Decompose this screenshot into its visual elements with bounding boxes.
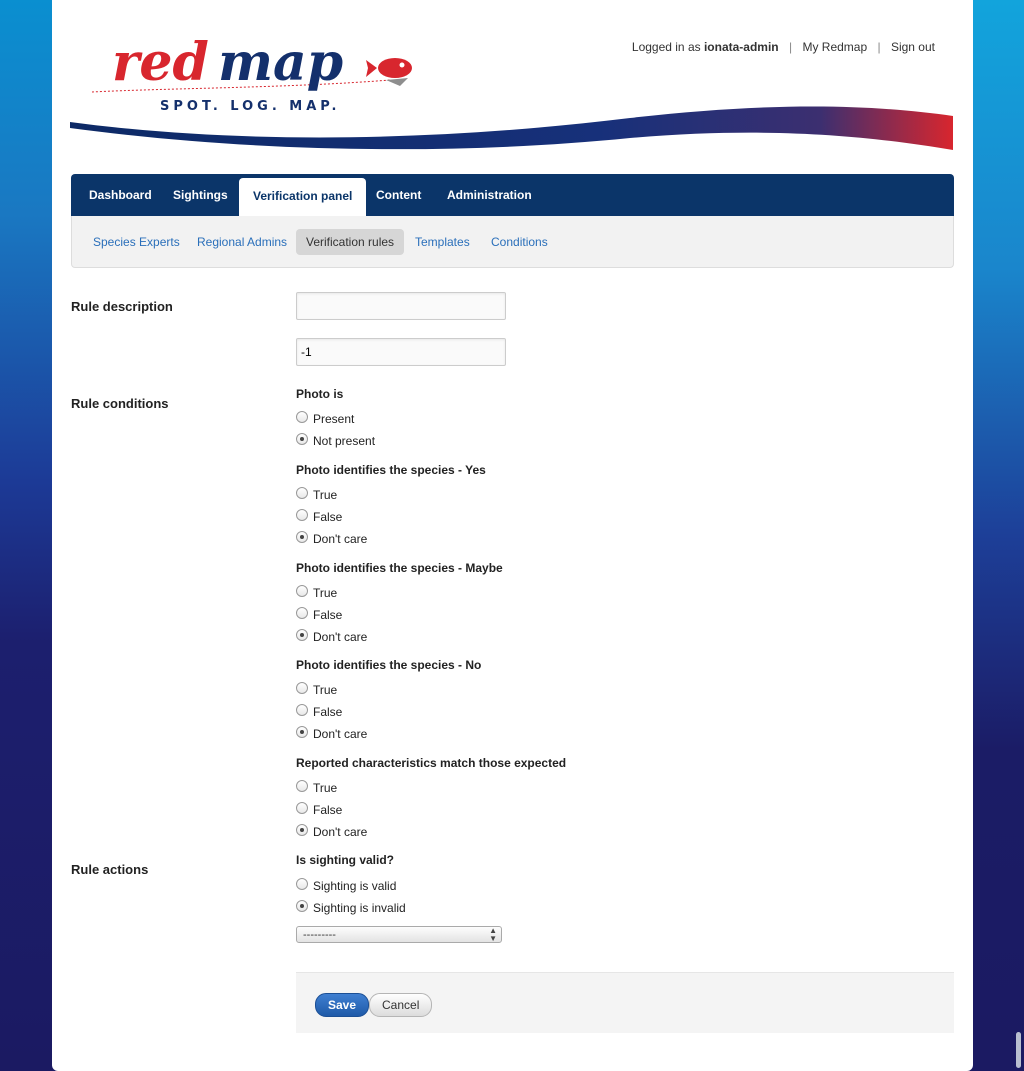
radio-label: False xyxy=(313,705,343,719)
radio-label: False xyxy=(313,608,343,622)
radio-no-false[interactable]: False xyxy=(296,701,342,719)
background-right xyxy=(972,0,1024,1071)
sign-out-link[interactable]: Sign out xyxy=(891,40,935,54)
rule-description-label: Rule description xyxy=(71,299,173,314)
radio-photo-present[interactable]: Present xyxy=(296,408,354,426)
radio-label: Present xyxy=(313,412,355,426)
subnav-verification-rules[interactable]: Verification rules xyxy=(296,229,405,255)
select-arrows-icon: ▲ ▼ xyxy=(489,926,497,943)
tab-administration[interactable]: Administration xyxy=(447,174,532,216)
page-container: red map SPOT. LOG. MAP. Logged in as ion… xyxy=(52,0,973,1071)
group-identifies-no-title: Photo identifies the species - No xyxy=(296,658,482,672)
main-nav: Dashboard Sightings Verification panel C… xyxy=(71,174,954,216)
logged-in-prefix: Logged in as xyxy=(631,40,701,54)
radio-circle[interactable] xyxy=(296,509,308,521)
radio-characteristics-true[interactable]: True xyxy=(296,777,337,795)
radio-label: Don't care xyxy=(313,825,368,839)
radio-circle[interactable] xyxy=(296,824,308,836)
radio-circle[interactable] xyxy=(296,682,308,694)
select-value: --------- xyxy=(303,929,336,941)
group-identifies-yes-title: Photo identifies the species - Yes xyxy=(296,463,486,477)
radio-label: True xyxy=(313,781,338,795)
radio-yes-false[interactable]: False xyxy=(296,506,342,524)
rule-conditions-label: Rule conditions xyxy=(71,396,169,411)
separator: | xyxy=(788,40,793,54)
radio-circle[interactable] xyxy=(296,629,308,641)
tab-sightings[interactable]: Sightings xyxy=(173,174,228,216)
header-swoosh xyxy=(70,106,953,150)
group-sighting-valid-title: Is sighting valid? xyxy=(296,853,395,867)
rule-weight-input[interactable] xyxy=(296,338,506,366)
radio-label: False xyxy=(313,803,343,817)
radio-circle[interactable] xyxy=(296,411,308,423)
rule-actions-label: Rule actions xyxy=(71,862,149,877)
radio-characteristics-dont-care[interactable]: Don't care xyxy=(296,821,367,839)
radio-label: Sighting is valid xyxy=(313,879,397,893)
radio-circle[interactable] xyxy=(296,433,308,445)
radio-circle[interactable] xyxy=(296,780,308,792)
radio-sighting-invalid[interactable]: Sighting is invalid xyxy=(296,897,406,915)
group-identifies-maybe-title: Photo identifies the species - Maybe xyxy=(296,561,503,575)
radio-sighting-valid[interactable]: Sighting is valid xyxy=(296,875,396,893)
radio-photo-not-present[interactable]: Not present xyxy=(296,430,375,448)
radio-circle[interactable] xyxy=(296,607,308,619)
username: ionata-admin xyxy=(703,40,779,54)
radio-circle[interactable] xyxy=(296,900,308,912)
fish-icon xyxy=(366,58,412,86)
radio-circle[interactable] xyxy=(296,487,308,499)
radio-label: Don't care xyxy=(313,630,368,644)
radio-no-dont-care[interactable]: Don't care xyxy=(296,723,367,741)
sub-nav: Species Experts Regional Admins Verifica… xyxy=(71,216,954,268)
radio-circle[interactable] xyxy=(296,726,308,738)
cancel-button[interactable]: Cancel xyxy=(369,993,433,1017)
subnav-species-experts[interactable]: Species Experts xyxy=(83,229,190,255)
tab-dashboard[interactable]: Dashboard xyxy=(89,174,152,216)
form-actions: Save Cancel xyxy=(296,972,954,1033)
user-links: Logged in as ionata-admin | My Redmap | … xyxy=(632,40,935,54)
radio-label: Not present xyxy=(313,434,376,448)
radio-circle[interactable] xyxy=(296,704,308,716)
radio-label: True xyxy=(313,488,338,502)
separator: | xyxy=(877,40,881,54)
subnav-regional-admins[interactable]: Regional Admins xyxy=(187,229,297,255)
save-button[interactable]: Save xyxy=(315,993,370,1017)
action-select[interactable]: --------- ▲ ▼ xyxy=(296,926,502,943)
radio-no-true[interactable]: True xyxy=(296,679,337,697)
radio-circle[interactable] xyxy=(296,531,308,543)
group-characteristics-title: Reported characteristics match those exp… xyxy=(296,756,567,770)
tab-verification-panel[interactable]: Verification panel xyxy=(239,178,367,216)
my-redmap-link[interactable]: My Redmap xyxy=(802,40,867,54)
tab-content[interactable]: Content xyxy=(376,174,421,216)
site-header: red map SPOT. LOG. MAP. Logged in as ion… xyxy=(52,0,973,160)
radio-circle[interactable] xyxy=(296,878,308,890)
radio-circle[interactable] xyxy=(296,585,308,597)
logo-red-letters: red xyxy=(112,32,209,93)
radio-characteristics-false[interactable]: False xyxy=(296,799,342,817)
logo-navy-letters: map xyxy=(218,32,343,93)
radio-yes-true[interactable]: True xyxy=(296,484,337,502)
radio-label: Sighting is invalid xyxy=(313,901,406,915)
radio-maybe-dont-care[interactable]: Don't care xyxy=(296,626,367,644)
radio-maybe-true[interactable]: True xyxy=(296,582,337,600)
rule-description-input[interactable] xyxy=(296,292,506,320)
radio-circle[interactable] xyxy=(296,802,308,814)
radio-yes-dont-care[interactable]: Don't care xyxy=(296,528,367,546)
scrollbar-thumb[interactable] xyxy=(1016,1032,1021,1068)
radio-label: True xyxy=(313,586,338,600)
radio-maybe-false[interactable]: False xyxy=(296,604,342,622)
radio-label: Don't care xyxy=(313,532,368,546)
radio-label: Don't care xyxy=(313,727,368,741)
subnav-conditions[interactable]: Conditions xyxy=(481,229,558,255)
radio-label: True xyxy=(313,683,338,697)
group-photo-is-title: Photo is xyxy=(296,387,344,401)
radio-label: False xyxy=(313,510,343,524)
subnav-templates[interactable]: Templates xyxy=(405,229,480,255)
